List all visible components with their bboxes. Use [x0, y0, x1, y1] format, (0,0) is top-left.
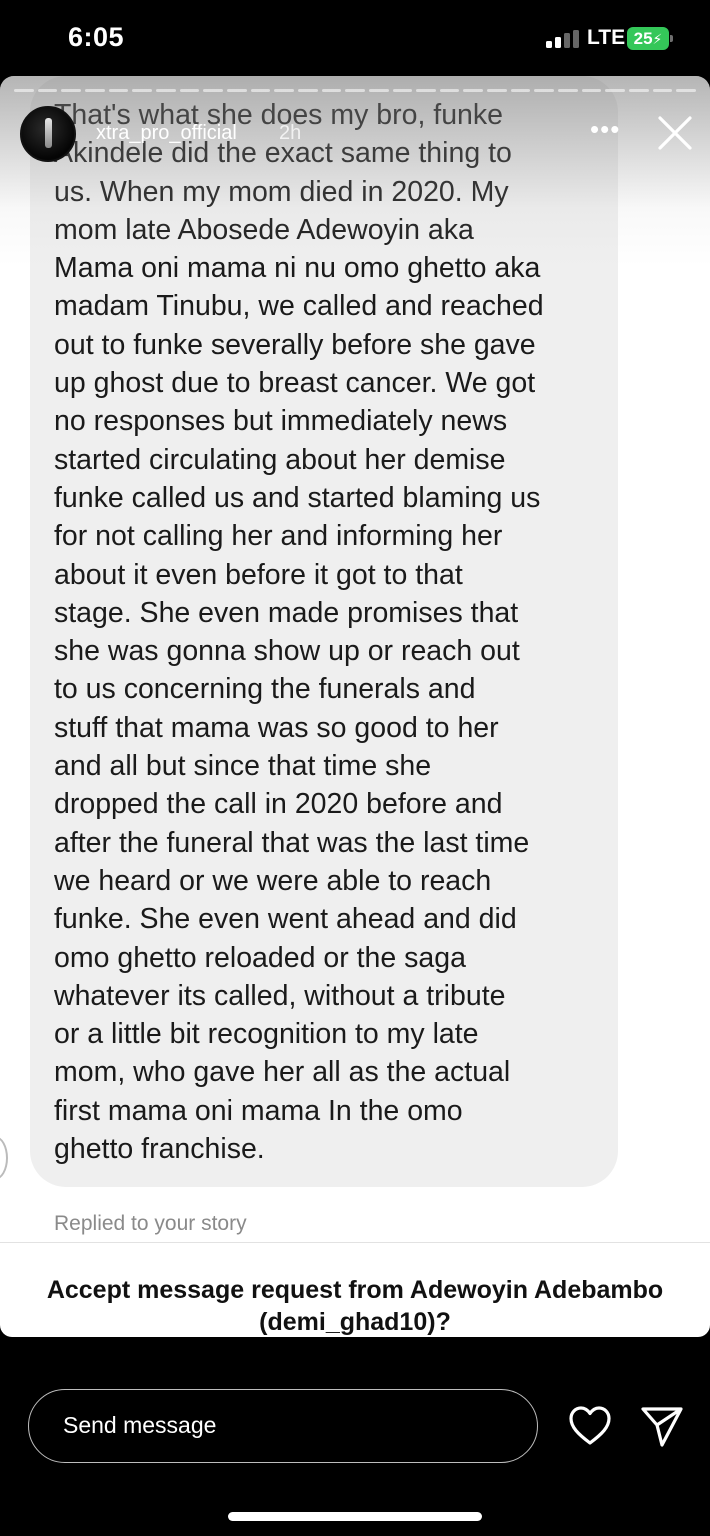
replied-label: Replied to your story: [54, 1212, 247, 1235]
battery-level: 25: [633, 29, 653, 48]
divider: [0, 1242, 710, 1243]
battery-icon: 25⚡: [627, 27, 673, 50]
story-header-shade: [0, 76, 710, 266]
send-icon[interactable]: [640, 1405, 684, 1449]
cell-signal-icon: [546, 30, 580, 48]
more-icon[interactable]: •••: [590, 114, 624, 144]
story-username[interactable]: xtra_pro_official: [96, 122, 237, 145]
story-avatar[interactable]: [20, 106, 76, 162]
home-indicator[interactable]: [228, 1512, 482, 1521]
heart-icon[interactable]: [568, 1405, 612, 1447]
story-progress-bar: [14, 89, 697, 92]
accept-request-prompt[interactable]: Accept message request from Adewoyin Ade…: [0, 1274, 710, 1337]
network-label: LTE: [587, 26, 626, 49]
status-bar: 6:05 LTE 25⚡: [0, 0, 710, 76]
story-view[interactable]: That's what she does my bro, funke Akind…: [0, 76, 710, 1337]
accept-request-text: Accept message request from Adewoyin Ade…: [46, 1276, 664, 1336]
message-composer[interactable]: [28, 1389, 538, 1463]
close-icon[interactable]: [656, 114, 694, 152]
sender-avatar: [0, 1136, 8, 1180]
status-time: 6:05: [68, 22, 125, 52]
send-message-input[interactable]: [63, 1390, 503, 1461]
story-time-ago: 2h: [279, 122, 302, 144]
